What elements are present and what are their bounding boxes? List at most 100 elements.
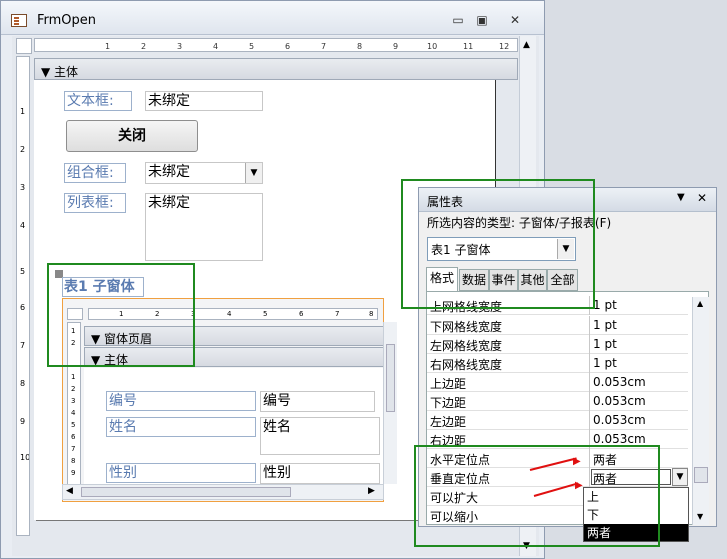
ruler-tick: 1 [105,42,111,51]
ruler-tick: 7 [71,445,76,453]
property-value[interactable]: 1 pt [593,298,617,312]
ruler-tick: 8 [369,310,374,318]
ruler-tick: 6 [285,42,291,51]
ruler-tick: 6 [299,310,304,318]
window-title: FrmOpen [37,13,97,28]
scroll-left-icon[interactable]: ◀ [66,486,73,496]
ruler-tick: 3 [20,183,26,192]
annotation-box [47,263,195,367]
ruler-tick: 5 [71,421,76,429]
property-value[interactable]: 1 pt [593,337,617,351]
ruler-tick: 7 [335,310,340,318]
subform-field-label: 姓名 [106,417,256,437]
ruler-tick: 9 [71,469,76,477]
scroll-down-icon[interactable]: ▼ [697,512,703,521]
ruler-tick: 2 [20,145,26,154]
close-window-button[interactable]: ✕ [508,13,522,27]
listbox-label: 列表框: [64,193,126,213]
arrow-head-icon: ▶ [575,480,583,491]
property-value[interactable]: 0.053cm [593,394,646,408]
scroll-up-icon[interactable]: ▲ [523,40,530,50]
grid-divider [589,411,590,430]
annotation-box [401,179,595,309]
property-row[interactable]: 下边距 0.053cm [427,392,688,411]
grid-divider [589,316,590,335]
grid-divider [589,335,590,354]
scroll-right-icon[interactable]: ▶ [368,486,375,496]
property-row[interactable]: 左网格线宽度 1 pt [427,335,688,354]
horizontal-ruler: 1 2 3 4 5 6 7 8 9 10 11 12 [34,38,518,52]
close-form-button[interactable]: 关闭 [66,120,198,152]
close-icon[interactable]: ✕ [697,191,707,205]
listbox-field[interactable]: 未绑定 [145,193,263,261]
ruler-corner[interactable] [16,38,32,54]
ruler-tick: 6 [71,433,76,441]
ruler-tick: 1 [71,373,76,381]
textbox-label: 文本框: [64,91,132,111]
arrow-head-icon: ▶ [573,456,581,467]
restore-button[interactable]: ▣ [475,13,489,27]
ruler-tick: 7 [20,341,26,350]
scroll-thumb[interactable] [81,487,291,497]
property-value[interactable]: 0.053cm [593,375,646,389]
ruler-tick: 6 [20,303,26,312]
property-row[interactable]: 右网格线宽度 1 pt [427,354,688,373]
ruler-tick: 10 [427,42,438,51]
grid-divider [589,354,590,373]
title-bar[interactable]: FrmOpen ▭ ▣ ✕ [1,1,544,35]
ruler-tick: 2 [141,42,147,51]
section-label: ▼ 主体 [41,65,79,79]
property-value[interactable]: 0.053cm [593,413,646,427]
textbox-field[interactable]: 未绑定 [145,91,263,111]
ruler-tick: 8 [20,379,26,388]
ruler-tick: 4 [71,409,76,417]
grid-divider [589,392,590,411]
subform-field-value[interactable]: 性别 [260,463,380,484]
subform-hscroll[interactable]: ◀ ▶ [62,484,384,500]
ruler-tick: 8 [357,42,363,51]
combo-label: 组合框: [64,163,126,183]
ruler-tick: 10 [20,453,30,462]
ruler-tick: 5 [249,42,255,51]
ruler-tick: 11 [463,42,474,51]
property-value[interactable]: 1 pt [593,356,617,370]
property-name: 下网格线宽度 [430,320,503,334]
ruler-tick: 4 [213,42,219,51]
property-row[interactable]: 下网格线宽度 1 pt [427,316,688,335]
subform-field-label: 编号 [106,391,256,411]
minimize-button[interactable]: ▭ [451,13,465,27]
scroll-thumb[interactable] [386,344,395,412]
combo-field[interactable]: 未绑定 ▼ [145,162,263,184]
ruler-tick: 3 [71,397,76,405]
property-name: 上边距 [430,377,467,391]
property-grid-scrollbar[interactable]: ▲ ▼ [692,297,709,525]
property-name: 下边距 [430,396,467,410]
chevron-down-icon[interactable]: ▼ [677,192,685,203]
section-main-text: 主体 [54,65,79,79]
chevron-down-icon[interactable]: ▼ [672,468,688,486]
property-value[interactable]: 1 pt [593,318,617,332]
subform-field-value[interactable]: 编号 [260,391,375,412]
ruler-tick: 5 [20,267,26,276]
property-row[interactable]: 上边距 0.053cm [427,373,688,392]
subform-vscroll[interactable] [383,322,397,484]
combo-value: 未绑定 [148,164,190,180]
property-row[interactable]: 左边距 0.053cm [427,411,688,430]
ruler-tick: 12 [499,42,510,51]
ruler-tick: 9 [20,417,26,426]
chevron-down-icon[interactable]: ▼ [245,163,262,183]
property-name: 左边距 [430,415,467,429]
subform-field-value[interactable]: 姓名 [260,417,380,455]
ruler-tick: 3 [177,42,183,51]
scroll-up-icon[interactable]: ▲ [697,299,703,308]
ruler-tick: 7 [321,42,327,51]
ruler-tick: 9 [393,42,399,51]
scroll-thumb[interactable] [694,467,708,483]
property-value[interactable]: 0.053cm [593,432,646,446]
grid-divider [589,373,590,392]
ruler-tick: 1 [20,107,26,116]
form-icon [11,14,27,27]
section-bar-main[interactable]: ▼ 主体 [34,58,518,80]
property-name: 右网格线宽度 [430,358,503,372]
subform-field-label: 性别 [106,463,256,483]
